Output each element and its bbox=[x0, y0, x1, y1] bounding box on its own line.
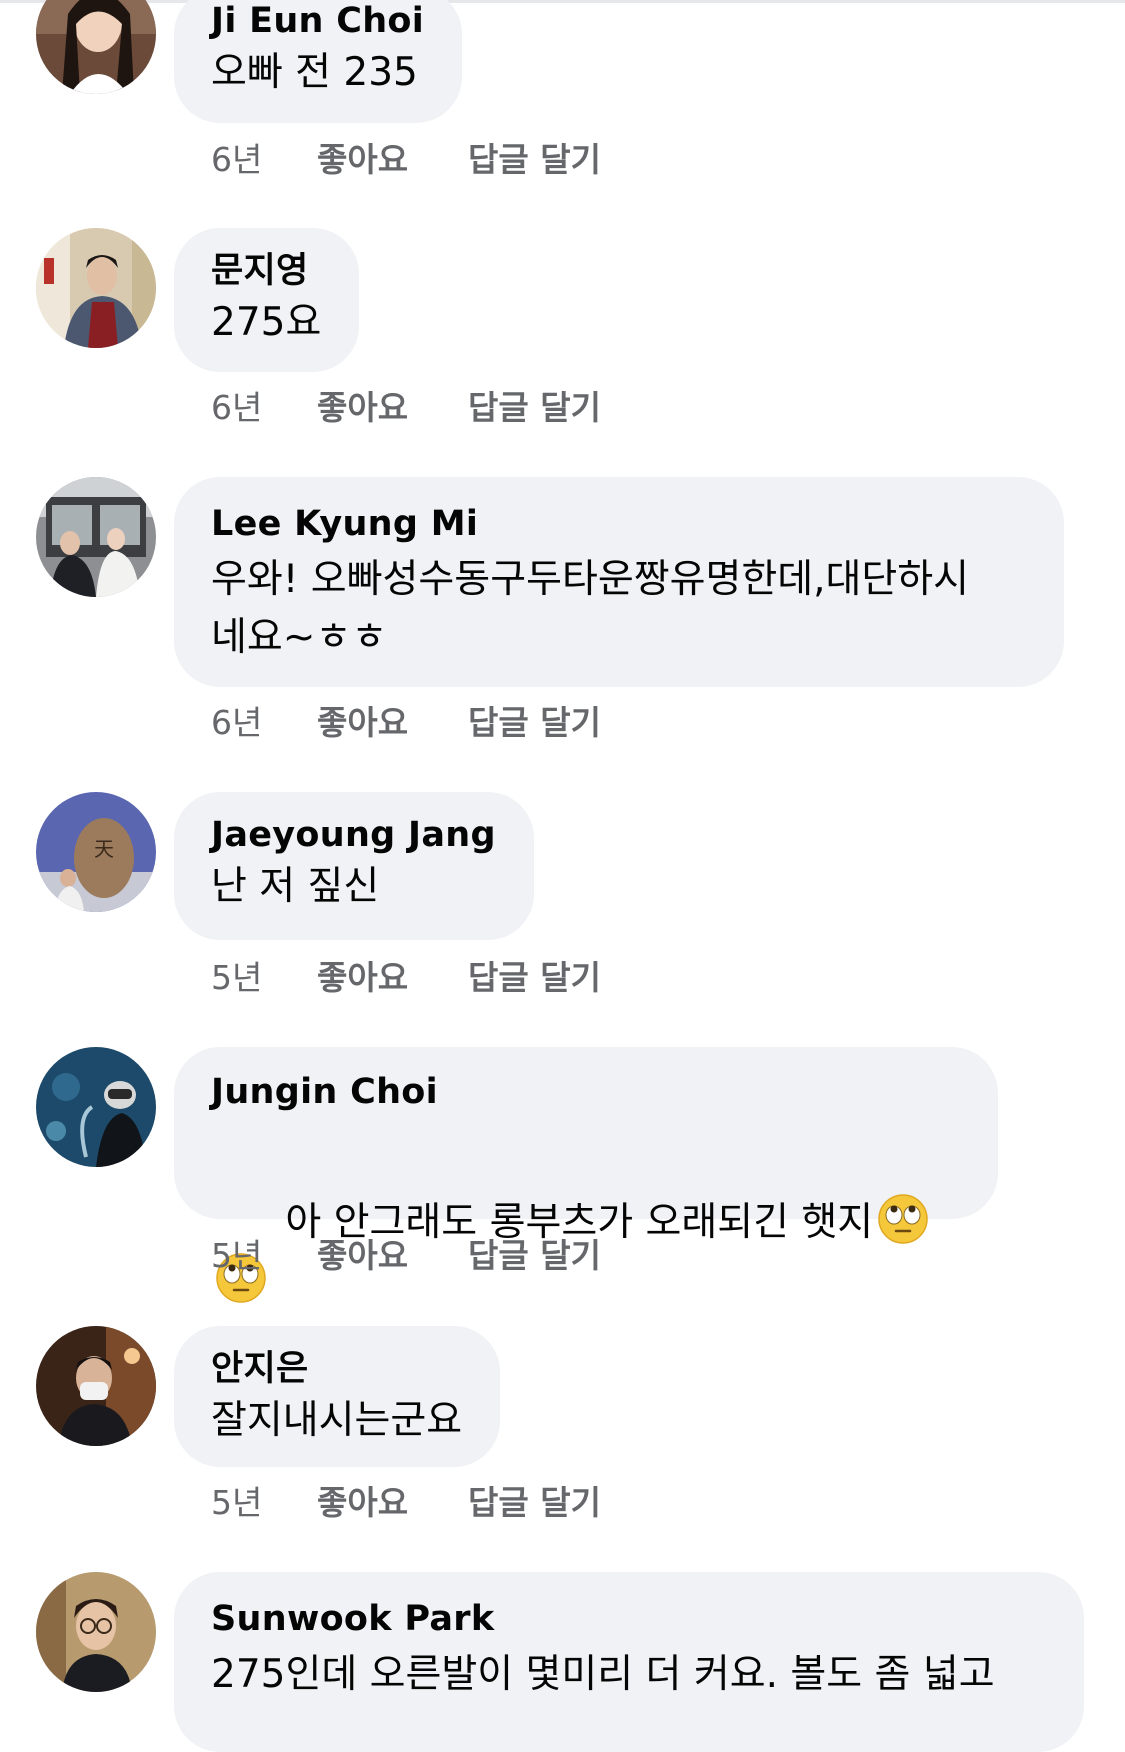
comment-time[interactable]: 6년 bbox=[211, 703, 262, 743]
reply-button[interactable]: 답글 달기 bbox=[468, 388, 601, 428]
comment-text: 난 저 짚신 bbox=[211, 864, 380, 909]
comment-time[interactable]: 5년 bbox=[211, 958, 262, 998]
avatar[interactable] bbox=[36, 228, 156, 348]
comment-bubble: Jungin Choi 아 안그래도 롱부츠가 오래되긴 햇지 bbox=[174, 1047, 998, 1303]
face-with-rolling-eyes-icon bbox=[878, 1194, 928, 1244]
comment-author[interactable]: Sunwook Park bbox=[211, 1596, 1046, 1642]
comment-text-line: 네요~ㅎㅎ bbox=[211, 615, 388, 660]
comment-bubble: 안지은 잘지내시는군요 bbox=[174, 1326, 501, 1467]
comment-author[interactable]: Jaeyoung Jang bbox=[211, 812, 496, 858]
comment-bubble: Jaeyoung Jang 난 저 짚신 bbox=[174, 792, 534, 940]
comment-time[interactable]: 5년 bbox=[211, 1236, 262, 1276]
comment-author[interactable]: 문지영 bbox=[211, 248, 321, 294]
comment-bubble: Ji Eun Choi 오빠 전 235 bbox=[174, 0, 463, 123]
svg-text:天: 天 bbox=[94, 837, 114, 861]
comment-author[interactable]: Ji Eun Choi bbox=[211, 0, 424, 44]
avatar[interactable] bbox=[36, 477, 156, 597]
avatar[interactable] bbox=[36, 0, 156, 94]
reply-button[interactable]: 답글 달기 bbox=[468, 958, 601, 998]
reply-button[interactable]: 답글 달기 bbox=[468, 140, 601, 180]
avatar[interactable]: 天 bbox=[36, 792, 156, 912]
comment-time[interactable]: 6년 bbox=[211, 140, 262, 180]
comment-text: 275인데 오른발이 몇미리 더 커요. 볼도 좀 넓고 bbox=[211, 1652, 995, 1697]
comment-text: 275요 bbox=[211, 300, 322, 345]
comment-text-line: 우와! 오빠성수동구두타운짱유명한데,대단하시 bbox=[211, 557, 970, 602]
like-button[interactable]: 좋아요 bbox=[317, 140, 408, 180]
avatar[interactable] bbox=[36, 1047, 156, 1167]
comment-author[interactable]: Lee Kyung Mi bbox=[211, 501, 1026, 547]
top-divider bbox=[0, 0, 1125, 3]
like-button[interactable]: 좋아요 bbox=[317, 388, 408, 428]
comment-bubble: Lee Kyung Mi 우와! 오빠성수동구두타운짱유명한데,대단하시 네요~… bbox=[174, 477, 1064, 687]
like-button[interactable]: 좋아요 bbox=[317, 1236, 408, 1276]
comment-text: 잘지내시는군요 bbox=[211, 1398, 463, 1443]
comment-bubble: 문지영 275요 bbox=[174, 228, 360, 372]
comment-author[interactable]: Jungin Choi bbox=[211, 1069, 960, 1115]
comment-time[interactable]: 5년 bbox=[211, 1483, 262, 1523]
reply-button[interactable]: 답글 달기 bbox=[468, 1236, 601, 1276]
comment-bubble: Sunwook Park 275인데 오른발이 몇미리 더 커요. 볼도 좀 넓… bbox=[174, 1572, 1084, 1752]
reply-button[interactable]: 답글 달기 bbox=[468, 1483, 601, 1523]
avatar[interactable] bbox=[36, 1326, 156, 1446]
avatar[interactable] bbox=[36, 1572, 156, 1692]
like-button[interactable]: 좋아요 bbox=[317, 703, 408, 743]
like-button[interactable]: 좋아요 bbox=[317, 958, 408, 998]
comment-text: 오빠 전 235 bbox=[211, 50, 418, 95]
like-button[interactable]: 좋아요 bbox=[317, 1483, 408, 1523]
reply-button[interactable]: 답글 달기 bbox=[468, 703, 601, 743]
comment-time[interactable]: 6년 bbox=[211, 388, 262, 428]
comment-author[interactable]: 안지은 bbox=[211, 1346, 462, 1392]
